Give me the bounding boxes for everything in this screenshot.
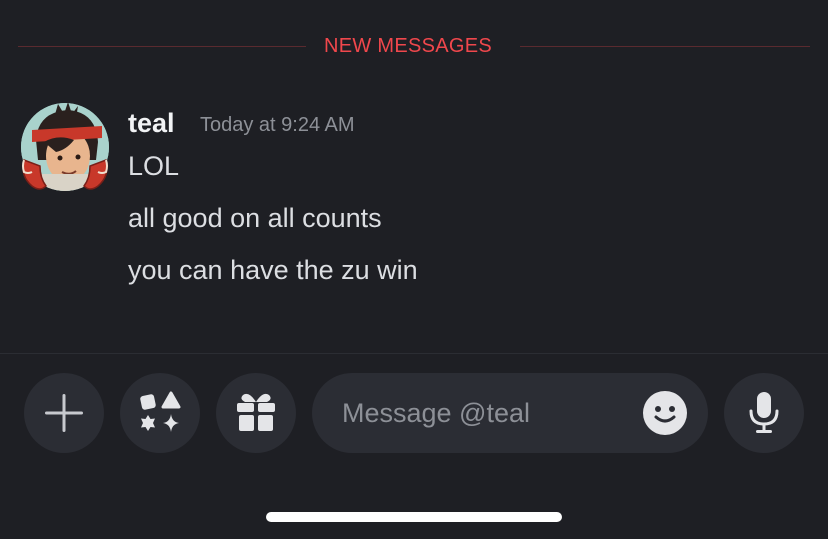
emoji-button[interactable] <box>642 390 688 436</box>
message-line: LOL <box>128 151 180 181</box>
voice-message-button[interactable] <box>724 373 804 453</box>
composer-divider <box>0 353 828 354</box>
apps-icon <box>140 391 181 432</box>
message-line: you can have the zu win <box>128 255 418 285</box>
message-author[interactable]: teal <box>128 106 175 140</box>
gift-icon <box>237 393 275 431</box>
microphone-icon <box>749 392 779 433</box>
avatar[interactable] <box>18 100 112 194</box>
dm-chat-screen: NEW MESSAGES teal Today at 9:24 AM LOL a… <box>0 0 828 539</box>
home-indicator[interactable] <box>266 512 562 522</box>
gift-button[interactable] <box>216 373 296 453</box>
new-messages-label: NEW MESSAGES <box>324 35 493 57</box>
apps-button[interactable] <box>120 373 200 453</box>
emoji-icon <box>643 391 687 435</box>
divider-line <box>18 46 306 47</box>
divider-line <box>520 46 810 47</box>
plus-icon <box>45 394 83 432</box>
attach-button[interactable] <box>24 373 104 453</box>
message-line: all good on all counts <box>128 203 382 233</box>
message-timestamp: Today at 9:24 AM <box>200 114 355 136</box>
new-messages-divider: NEW MESSAGES <box>18 35 810 57</box>
